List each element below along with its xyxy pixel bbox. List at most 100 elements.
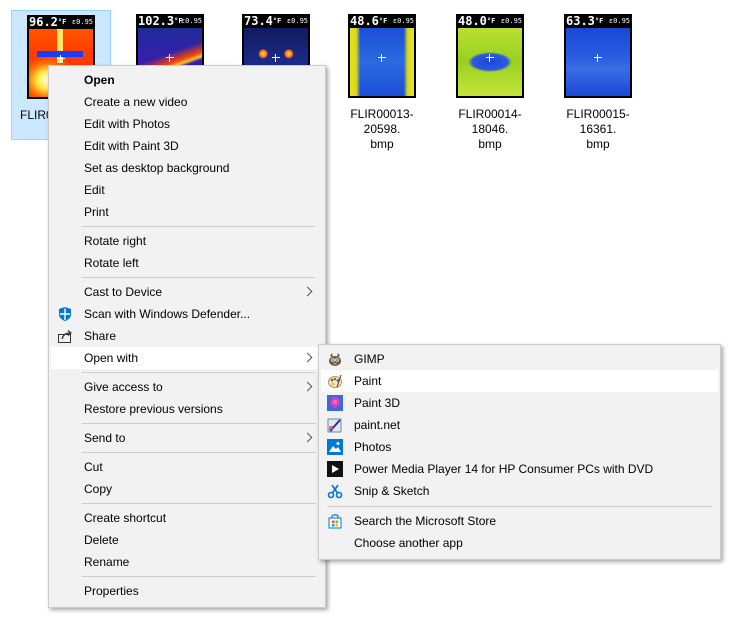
menu-item-label: GIMP [354, 352, 385, 366]
menu-item-label: Scan with Windows Defender... [84, 307, 251, 321]
temperature-readout: 102.3 [138, 14, 175, 28]
menu-item-label: Restore previous versions [84, 402, 223, 416]
temperature-readout: 48.6 [350, 14, 379, 28]
emissivity-readout: ε0.95 [608, 17, 630, 25]
menu-item-label: Share [84, 329, 117, 343]
emissivity-readout: ε0.95 [71, 18, 93, 26]
temperature-unit: °F [57, 18, 67, 26]
menu-item-open-with[interactable]: Open with [51, 347, 323, 369]
menu-item-create-video[interactable]: Create a new video [51, 91, 323, 113]
menu-item-label: Rename [84, 555, 130, 569]
paintnet-icon [327, 417, 343, 433]
menu-item-set-desktop-background[interactable]: Set as desktop background [51, 157, 323, 179]
menu-item-label: Send to [84, 431, 126, 445]
menu-item-delete[interactable]: Delete [51, 529, 323, 551]
menu-item-share[interactable]: Share [51, 325, 323, 347]
temperature-readout: 48.0 [458, 14, 487, 28]
menu-item-cast-to-device[interactable]: Cast to Device [51, 281, 323, 303]
menu-separator [82, 372, 315, 373]
menu-item-rename[interactable]: Rename [51, 551, 323, 573]
temperature-readout: 96.2 [29, 15, 58, 29]
menu-item-edit[interactable]: Edit [51, 179, 323, 201]
menu-separator [82, 226, 315, 227]
menu-item-label: Open [84, 73, 115, 87]
chevron-right-icon [302, 352, 313, 363]
snip-sketch-icon [327, 483, 343, 499]
temperature-unit: °F [594, 17, 604, 25]
menu-separator [82, 423, 315, 424]
menu-item-give-access[interactable]: Give access to [51, 376, 323, 398]
menu-item-scan-defender[interactable]: Scan with Windows Defender... [51, 303, 323, 325]
app-item-choose-another[interactable]: Choose another app [321, 532, 718, 554]
app-item-gimp[interactable]: GIMP [321, 348, 718, 370]
app-item-photos[interactable]: Photos [321, 436, 718, 458]
menu-item-label: Edit with Photos [84, 117, 171, 131]
menu-item-properties[interactable]: Properties [51, 580, 323, 602]
menu-item-label: Delete [84, 533, 119, 547]
app-item-search-store[interactable]: Search the Microsoft Store [321, 510, 718, 532]
temperature-unit: °F [486, 17, 496, 25]
file-tile-6[interactable]: 63.3°F ε0.95 FLIR00015-16361. bmp [548, 10, 648, 151]
temperature-unit: °F [272, 17, 282, 25]
menu-item-label: Rotate right [84, 234, 147, 248]
menu-item-label: Properties [84, 584, 139, 598]
app-item-snip-sketch[interactable]: Snip & Sketch [321, 480, 718, 502]
menu-item-label: Choose another app [354, 536, 463, 550]
menu-separator [82, 576, 315, 577]
menu-item-label: Create a new video [84, 95, 188, 109]
thermal-thumbnail: 63.3°F ε0.95 [564, 14, 632, 98]
menu-item-label: Photos [354, 440, 392, 454]
file-tile-5[interactable]: 48.0°F ε0.95 FLIR00014-18046. bmp [440, 10, 540, 151]
menu-item-label: Snip & Sketch [354, 484, 430, 498]
context-menu: Open Create a new video Edit with Photos… [48, 65, 326, 608]
menu-item-label: Paint [354, 374, 382, 388]
menu-item-label: Create shortcut [84, 511, 167, 525]
app-item-power-media[interactable]: Power Media Player 14 for HP Consumer PC… [321, 458, 718, 480]
file-name: FLIR00015-16361. bmp [566, 107, 630, 151]
menu-item-label: Print [84, 205, 109, 219]
menu-item-label: Power Media Player 14 for HP Consumer PC… [354, 462, 654, 476]
menu-item-label: Set as desktop background [84, 161, 230, 175]
menu-item-cut[interactable]: Cut [51, 456, 323, 478]
menu-item-label: paint.net [354, 418, 401, 432]
emissivity-readout: ε0.95 [180, 17, 202, 25]
temperature-readout: 63.3 [566, 14, 595, 28]
paint3d-icon [327, 395, 343, 411]
menu-item-label: Edit [84, 183, 105, 197]
menu-separator [327, 506, 712, 507]
open-with-submenu: GIMP Paint Paint 3D paint.net Photos Pow… [318, 344, 721, 560]
menu-item-copy[interactable]: Copy [51, 478, 323, 500]
gimp-icon [327, 351, 343, 367]
menu-item-label: Rotate left [84, 256, 139, 270]
menu-item-label: Paint 3D [354, 396, 401, 410]
menu-item-restore-previous[interactable]: Restore previous versions [51, 398, 323, 420]
emissivity-readout: ε0.95 [500, 17, 522, 25]
app-item-paint[interactable]: Paint [321, 370, 718, 392]
menu-separator [82, 452, 315, 453]
emissivity-readout: ε0.95 [392, 17, 414, 25]
menu-item-label: Open with [84, 351, 139, 365]
menu-item-edit-paint3d[interactable]: Edit with Paint 3D [51, 135, 323, 157]
menu-item-rotate-left[interactable]: Rotate left [51, 252, 323, 274]
menu-item-create-shortcut[interactable]: Create shortcut [51, 507, 323, 529]
app-item-paint3d[interactable]: Paint 3D [321, 392, 718, 414]
menu-item-open[interactable]: Open [51, 69, 323, 91]
menu-item-rotate-right[interactable]: Rotate right [51, 230, 323, 252]
temperature-readout: 73.4 [244, 14, 273, 28]
share-icon [57, 328, 73, 344]
file-tile-4[interactable]: 48.6°F ε0.95 FLIR00013-20598. bmp [332, 10, 432, 151]
thermal-thumbnail: 48.6°F ε0.95 [348, 14, 416, 98]
menu-item-print[interactable]: Print [51, 201, 323, 223]
menu-item-edit-photos[interactable]: Edit with Photos [51, 113, 323, 135]
menu-item-send-to[interactable]: Send to [51, 427, 323, 449]
chevron-right-icon [302, 381, 313, 392]
chevron-right-icon [302, 432, 313, 443]
menu-separator [82, 277, 315, 278]
store-icon [327, 513, 343, 529]
menu-item-label: Give access to [84, 380, 163, 394]
shield-icon [57, 306, 73, 322]
paint-palette-icon [327, 373, 343, 389]
file-name: FLIR00013-20598. bmp [350, 107, 414, 151]
app-item-paintnet[interactable]: paint.net [321, 414, 718, 436]
emissivity-readout: ε0.95 [286, 17, 308, 25]
